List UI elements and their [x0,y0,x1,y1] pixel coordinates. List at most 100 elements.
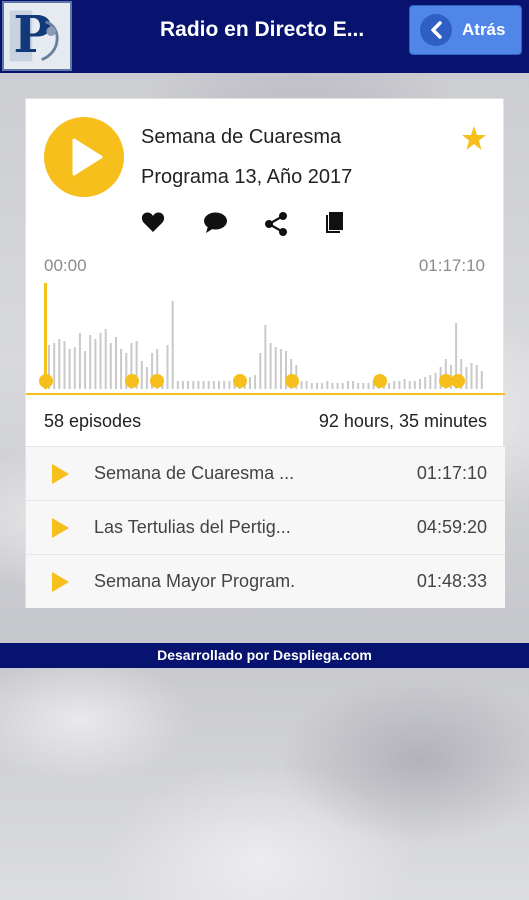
episode-title: Semana de Cuaresma [141,126,342,148]
waveform-bar [171,301,174,389]
episode-name: Semana de Cuaresma ... [94,463,295,483]
play-button[interactable] [44,117,124,197]
waveform-bar [94,339,97,389]
waveform-bar [326,381,329,389]
waveform-bar [140,361,143,389]
waveform-bar [475,365,478,389]
episode-row[interactable]: Semana Mayor Program. 01:48:33 [26,555,505,608]
waveform-bar [331,383,334,389]
audio-waveform[interactable] [26,279,505,394]
waveform-bar [434,373,437,389]
chevron-left-icon [420,14,452,46]
waveform-bar [254,375,257,389]
waveform-marker [150,374,164,388]
waveform-bar [470,363,473,389]
waveform-bar [321,383,324,389]
back-button[interactable]: Atrás [409,5,522,55]
waveform-bar [89,335,92,389]
waveform-marker [439,374,453,388]
waveform-bar [429,375,432,389]
episode-duration: 01:17:10 [416,463,487,483]
waveform-bar [218,381,220,389]
waveform-bar [192,381,195,389]
episode-row[interactable]: Las Tertulias del Pertig... 04:59:20 [26,501,505,555]
footer-credit: Desarrollado por Despliega.com [0,643,529,668]
waveform-bar [249,377,251,389]
book-icon[interactable] [325,211,351,237]
waveform-bar [393,381,396,389]
episode-name: Las Tertulias del Pertig... [94,517,291,537]
waveform-bar [145,367,148,389]
episode-count: 58 episodes [44,411,142,431]
play-icon[interactable] [50,463,70,490]
back-button-label: Atrás [462,20,506,39]
waveform-bar [223,381,226,389]
waveform-bar [264,325,267,389]
heart-icon[interactable] [141,211,167,237]
waveform-bar [58,339,61,389]
total-time: 01:17:10 [418,256,485,275]
waveform-bar [228,381,231,389]
episode-duration: 04:59:20 [416,517,487,537]
star-icon[interactable] [461,125,487,156]
app-header: P Radio en Directo E... Atrás [0,0,529,73]
page-title: Radio en Directo E... [160,18,365,41]
waveform-bar [352,381,354,389]
waveform-bar [176,381,179,389]
waveform-bar [367,383,370,389]
waveform-marker [451,374,465,388]
waveform-bar [357,383,360,389]
waveform-bar [84,351,87,389]
waveform-bar [207,381,210,389]
waveform-bar [465,367,468,389]
waveform-marker [233,374,247,388]
waveform-bar [413,381,416,389]
waveform-bar [419,379,421,389]
waveform-marker [285,374,299,388]
share-icon[interactable] [263,211,289,237]
app-logo: P [2,1,72,71]
waveform-bar [388,383,391,389]
waveform-bar [305,381,308,389]
waveform-bar [197,381,200,389]
waveform-bar [403,379,406,389]
episode-name: Semana Mayor Program. [94,571,296,591]
waveform-bar [259,353,262,389]
waveform-marker [125,374,139,388]
playhead [44,283,47,389]
waveform-bar [68,349,71,389]
episode-row[interactable]: Semana de Cuaresma ... 01:17:10 [26,447,505,501]
waveform-marker [39,374,53,388]
player-card: Semana de Cuaresma Programa 13, Año 2017… [25,98,505,608]
waveform-bar [269,343,272,389]
waveform-bar [341,383,344,389]
waveform-bar [104,329,107,389]
p-letter-logo-icon: P [4,3,70,69]
waveform-bar [63,341,66,389]
waveform-bar [166,345,169,389]
total-duration: 92 hours, 35 minutes [318,411,487,431]
waveform-bar [53,343,56,389]
waveform-bar [316,383,318,389]
waveform-bar [310,383,313,389]
comment-icon[interactable] [203,211,229,237]
waveform-bar [99,333,102,389]
waveform-marker [373,374,387,388]
current-time: 00:00 [44,256,87,275]
waveform-bar [202,381,205,389]
episode-duration: 01:48:33 [416,571,487,591]
waveform-bar [109,343,112,389]
waveform-bar [362,383,365,389]
waveform-bar [120,349,123,389]
waveform-bar [187,381,190,389]
waveform-bar [279,349,282,389]
waveform-bar [336,383,339,389]
play-icon[interactable] [50,517,70,544]
waveform-bar [182,381,184,389]
podcast-stats: 58 episodes 92 hours, 35 minutes [26,393,505,447]
waveform-bar [274,347,277,389]
play-icon[interactable] [50,571,70,598]
waveform-bar [408,381,411,389]
episode-subtitle: Programa 13, Año 2017 [141,166,353,188]
waveform-bar [115,337,117,389]
